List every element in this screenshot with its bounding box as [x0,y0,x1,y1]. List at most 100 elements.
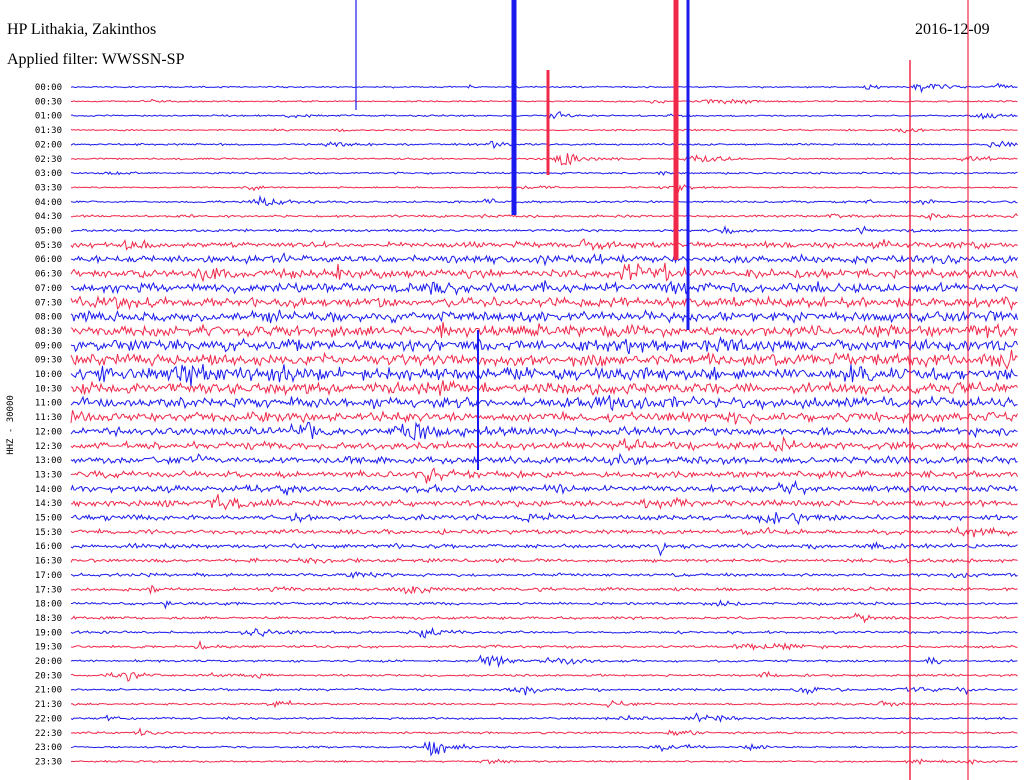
time-tick-label: 01:30 [35,126,62,136]
time-tick-label: 19:00 [35,628,62,638]
time-tick-label: 12:30 [35,442,62,452]
time-tick-label: 06:30 [35,270,62,280]
time-tick-label: 17:30 [35,585,62,595]
channel-axis-label: HHZ - 30000 [6,395,16,455]
time-tick-label: 21:30 [35,700,62,710]
time-tick-label: 05:00 [35,227,62,237]
time-tick-label: 04:30 [35,212,62,222]
trace-line-1130 [70,410,1018,425]
time-tick-label: 03:30 [35,183,62,193]
time-tick-label: 08:00 [35,313,62,323]
trace-line-1030 [70,379,1018,397]
trace-line-0300 [71,170,1018,177]
trace-line-1430 [70,494,1018,511]
traces-group [70,0,1018,780]
time-tick-label: 14:30 [35,499,62,509]
time-tick-label: 14:00 [35,485,62,495]
trace-line-1300 [70,452,1018,467]
time-tick-label: 16:00 [35,542,62,552]
time-tick-label: 11:00 [35,399,62,409]
trace-line-1700 [70,571,1018,580]
time-tick-label: 20:30 [35,671,62,681]
trace-line-0000 [70,82,1018,94]
trace-line-0400 [70,194,1018,207]
time-tick-label: 22:00 [35,714,62,724]
trace-line-1400 [70,479,1018,496]
trace-line-0100 [70,110,1018,120]
time-tick-label: 00:00 [35,83,62,93]
time-tick-label: 15:00 [35,514,62,524]
time-tick-label: 16:30 [35,557,62,567]
trace-line-0200 [70,140,1018,150]
time-tick-label: 21:00 [35,686,62,696]
time-tick-label: 09:00 [35,341,62,351]
trace-line-0130 [70,127,1018,134]
trace-line-1230 [70,435,1018,452]
time-tick-labels: 00:00 00:30 01:00 01:30 02:00 02:30 03:00 03:30… [35,83,62,767]
time-tick-label: 07:30 [35,298,62,308]
trace-line-1730 [70,584,1018,595]
trace-line-0700 [70,280,1018,296]
time-tick-label: 06:00 [35,255,62,265]
trace-line-1830 [70,612,1018,624]
trace-line-0230 [70,153,1018,166]
helicorder-page: HP Lithakia, Zakinthos Applied filter: W… [0,0,1024,780]
time-tick-label: 13:30 [35,470,62,480]
time-tick-label: 23:30 [35,757,62,767]
time-tick-label: 09:30 [35,356,62,366]
time-tick-label: 20:00 [35,657,62,667]
time-tick-label: 01:00 [35,112,62,122]
trace-line-0030 [71,98,1018,105]
time-tick-label: 22:30 [35,729,62,739]
trace-line-2100 [70,685,1018,696]
trace-line-1000 [70,364,1018,387]
trace-line-0730 [70,295,1018,311]
trace-line-1330 [70,467,1018,484]
trace-line-0430 [70,213,1018,222]
trace-line-1530 [70,525,1018,538]
trace-line-0800 [70,309,1018,324]
trace-line-0530 [70,238,1018,252]
trace-line-2200 [70,712,1018,723]
seismogram-plot: 00:00 00:30 01:00 01:30 02:00 02:30 03:00 03:30… [6,0,1018,780]
trace-line-0500 [70,225,1018,235]
time-tick-label: 17:00 [35,571,62,581]
time-tick-label: 07:00 [35,284,62,294]
trace-line-1800 [71,599,1018,610]
time-tick-label: 23:00 [35,743,62,753]
trace-line-0900 [70,336,1018,355]
trace-line-1900 [70,626,1018,639]
trace-line-2030 [70,670,1018,682]
time-tick-label: 03:00 [35,169,62,179]
trace-line-1200 [70,421,1018,441]
trace-line-1630 [70,557,1018,565]
trace-line-1500 [70,511,1018,526]
trace-line-1930 [70,639,1018,651]
trace-line-2330 [70,758,1018,766]
time-tick-label: 13:00 [35,456,62,466]
trace-line-0630 [70,262,1018,283]
trace-line-2130 [70,699,1018,709]
time-tick-label: 00:30 [35,97,62,107]
time-tick-label: 11:30 [35,413,62,423]
trace-line-2000 [70,654,1018,668]
trace-line-1600 [70,541,1018,557]
trace-line-1100 [70,395,1018,412]
time-tick-label: 15:30 [35,528,62,538]
time-tick-label: 04:00 [35,198,62,208]
time-tick-label: 12:00 [35,427,62,437]
trace-line-0330 [71,184,1018,194]
time-tick-label: 02:30 [35,155,62,165]
time-tick-label: 18:00 [35,600,62,610]
trace-line-2300 [70,741,1018,757]
trace-line-0830 [70,321,1018,339]
time-tick-label: 19:30 [35,643,62,653]
time-tick-label: 08:30 [35,327,62,337]
time-tick-label: 02:00 [35,140,62,150]
trace-line-2230 [71,727,1018,737]
time-tick-label: 10:30 [35,384,62,394]
time-tick-label: 05:30 [35,241,62,251]
time-tick-label: 18:30 [35,614,62,624]
time-tick-label: 10:00 [35,370,62,380]
trace-line-0600 [70,251,1018,267]
